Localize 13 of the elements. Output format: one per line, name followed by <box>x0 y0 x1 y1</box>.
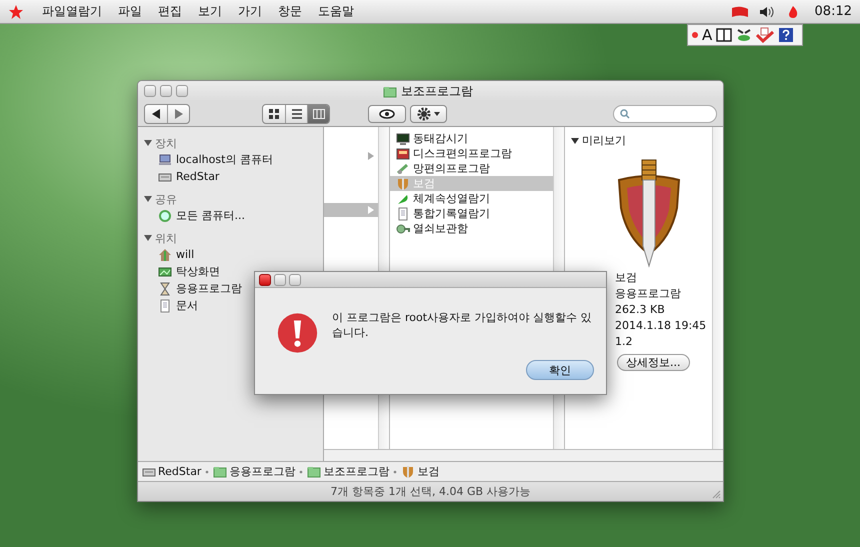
file-name: 보검 <box>615 270 638 286</box>
file-kind: 응용프로그람 <box>615 286 682 302</box>
alert-message: 이 프로그람은 root사용자로 가입하여야 실행할수 있습니다. <box>332 310 593 340</box>
file-version: 1.2 <box>615 334 634 350</box>
file-size: 262.3 KB <box>615 302 666 318</box>
window-title: 보조프로그람 <box>401 83 473 100</box>
section-heading: 공유 <box>155 192 177 206</box>
section-heading: 위치 <box>155 230 177 246</box>
clock: 08:12 <box>814 4 852 19</box>
preview-heading: 미리보기 <box>582 133 626 148</box>
section-heading: 장치 <box>155 136 177 150</box>
status-text: 7개 항목중 1개 선택, 4.04 GB 사용가능 <box>330 484 531 499</box>
file-date: 2014.1.18 19:45 <box>615 318 708 334</box>
